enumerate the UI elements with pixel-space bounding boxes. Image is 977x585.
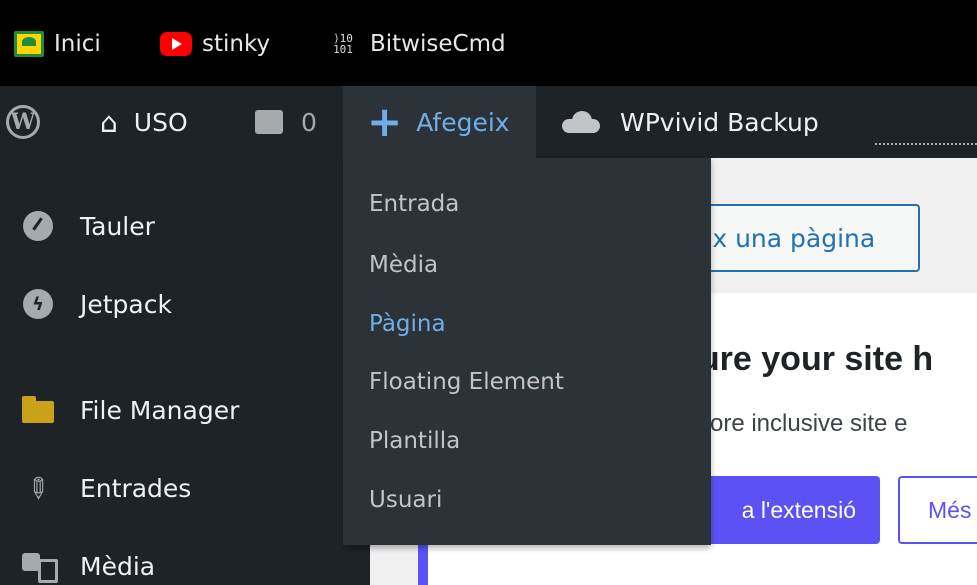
cloud-icon [562,111,600,133]
dashboard-icon [22,210,54,242]
submenu-item-media[interactable]: Mèdia [369,245,438,285]
new-content-label: Afegeix [416,107,510,137]
bookmark-stinky[interactable]: stinky [160,25,270,63]
sidebar-item-jetpack[interactable]: ϟ Jetpack [0,274,370,334]
new-content-submenu: Entrada Mèdia Pàgina Floating Element Pl… [343,158,711,545]
wpvivid-label: WPvivid Backup [620,107,819,137]
submenu-item-plantilla[interactable]: Plantilla [369,421,460,461]
sidebar-item-label: Tauler [80,211,155,241]
home-icon: ⌂ [100,105,118,139]
learn-more-button[interactable]: Més [898,476,977,544]
site-name-menu[interactable]: ⌂ USO [100,86,188,158]
site-name: USO [133,107,188,137]
admin-bar-divider [875,143,977,145]
media-icon [22,550,58,583]
sidebar-item-label: Jetpack [80,289,172,319]
bookmark-inici[interactable]: Inici [14,25,101,63]
new-content-menu[interactable]: + Afegeix [343,86,536,158]
submenu-item-floating-element[interactable]: Floating Element [369,362,564,402]
youtube-icon [160,32,192,56]
classroom-icon [14,31,44,57]
notice-title: sure your site h [680,340,934,378]
bookmark-label: BitwiseCmd [370,31,506,57]
jetpack-icon: ϟ [22,288,54,320]
sidebar-item-entrades[interactable]: ✎ Entrades [0,458,370,518]
binary-icon: ⟩10 101 [333,32,353,56]
admin-bar: W ⌂ USO 0 + Afegeix WPvivid Backup [0,86,977,158]
sidebar-item-tauler[interactable]: Tauler [0,196,370,256]
sidebar-item-label: Entrades [80,473,192,503]
bookmark-label: stinky [202,31,271,57]
plus-icon: + [367,97,403,146]
sidebar-item-file-manager[interactable]: File Manager [0,380,370,440]
wp-logo-menu[interactable]: W [0,86,50,158]
pin-icon: ✎ [18,468,58,508]
submenu-item-usuari[interactable]: Usuari [369,480,442,520]
bookmark-label: Inici [54,31,101,57]
sidebar-item-label: File Manager [80,395,240,425]
comments-count: 0 [301,107,317,137]
wordpress-icon: W [6,105,40,139]
notice-text: more inclusive site e [690,410,908,437]
folder-icon [22,394,54,426]
comments-menu[interactable]: 0 [255,86,317,158]
bookmark-bitwisecmd[interactable]: ⟩10 101 BitwiseCmd [326,25,506,63]
bookmarks-bar: Inici stinky ⟩10 101 BitwiseCmd [0,0,977,86]
submenu-item-pagina[interactable]: Pàgina [369,304,446,344]
sidebar-item-media[interactable]: Mèdia [0,536,370,585]
wpvivid-menu[interactable]: WPvivid Backup [562,86,819,158]
sidebar-item-label: Mèdia [80,551,156,581]
submenu-item-entrada[interactable]: Entrada [369,184,459,224]
comment-icon [255,110,283,134]
admin-sidebar: Tauler ϟ Jetpack File Manager ✎ Entrades… [0,158,370,585]
